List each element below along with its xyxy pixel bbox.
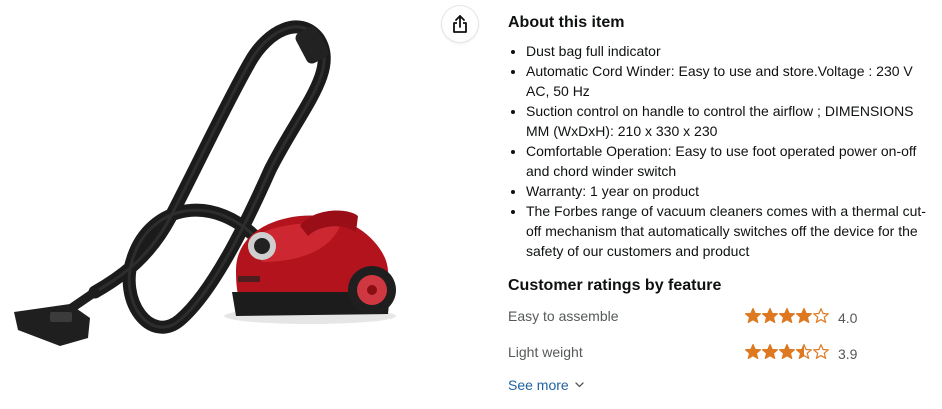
rating-feature-label: Easy to assemble	[508, 308, 619, 324]
bullet-item: Warranty: 1 year on product	[526, 181, 928, 201]
rating-value: 3.9	[838, 346, 858, 362]
rating-row-light-weight: Light weight 3.9	[508, 333, 928, 369]
see-more-link[interactable]: See more	[508, 377, 584, 393]
bullet-item: Dust bag full indicator	[526, 41, 928, 61]
rating-row-easy-to-assemble: Easy to assemble 4.0	[508, 297, 928, 333]
bullet-item: Suction control on handle to control the…	[526, 101, 928, 141]
share-button[interactable]	[442, 6, 478, 42]
bullet-item: Comfortable Operation: Easy to use foot …	[526, 141, 928, 181]
vacuum-cleaner-image	[14, 20, 396, 346]
about-bullets: Dust bag full indicator Automatic Cord W…	[508, 41, 928, 261]
product-image[interactable]	[0, 0, 440, 409]
bullet-item: The Forbes range of vacuum cleaners come…	[526, 201, 928, 261]
star-full-icon	[762, 308, 778, 323]
star-full-icon	[745, 308, 761, 323]
star-full-icon	[779, 308, 795, 323]
rating-feature-label: Light weight	[508, 344, 583, 360]
star-empty-icon	[813, 308, 829, 323]
chevron-down-icon	[575, 382, 584, 388]
star-full-icon	[745, 344, 761, 359]
share-icon	[453, 15, 467, 33]
details-column: About this item Dust bag full indicator …	[508, 12, 928, 395]
star-full-icon	[779, 344, 795, 359]
star-full-icon	[796, 308, 812, 323]
star-rating	[745, 344, 829, 359]
star-full-icon	[762, 344, 778, 359]
product-detail-page: About this item Dust bag full indicator …	[0, 0, 942, 409]
bullet-item: Automatic Cord Winder: Easy to use and s…	[526, 61, 928, 101]
star-rating	[745, 308, 829, 323]
see-more-label: See more	[508, 377, 569, 393]
about-title: About this item	[508, 14, 625, 31]
ratings-title: Customer ratings by feature	[508, 277, 722, 294]
star-empty-icon	[813, 344, 829, 359]
star-half-icon	[796, 344, 812, 359]
rating-value: 4.0	[838, 310, 858, 326]
